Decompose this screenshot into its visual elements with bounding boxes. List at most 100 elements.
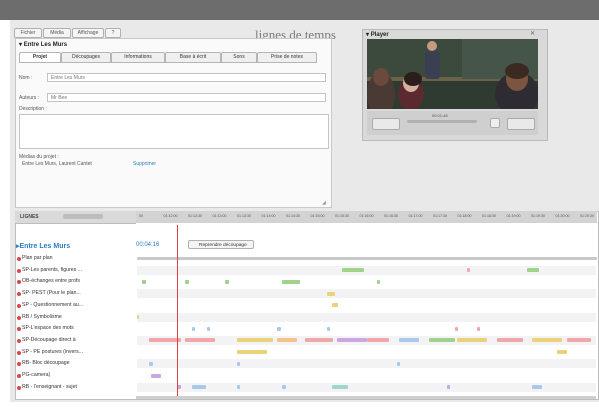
annotation-segment[interactable]	[305, 338, 333, 343]
annotation-segment[interactable]	[497, 338, 523, 343]
annotation-segment[interactable]	[237, 350, 267, 355]
annotation-segment[interactable]	[192, 326, 195, 331]
ruler-tick: 01:12:30	[188, 214, 202, 218]
menu-media[interactable]: Média	[43, 28, 71, 38]
track-lane[interactable]	[137, 359, 596, 369]
ruler-tick: 01:16:00	[359, 214, 374, 218]
annotation-segment[interactable]	[477, 326, 480, 331]
track-lane[interactable]	[137, 254, 597, 263]
seek-slider[interactable]	[407, 120, 477, 123]
annotation-segment[interactable]	[149, 361, 153, 366]
resume-decoupage-button[interactable]: Reprendre découpage	[188, 240, 254, 249]
annotation-segment[interactable]	[337, 338, 367, 343]
tab-sons[interactable]: Sons	[221, 52, 257, 63]
playhead[interactable]	[177, 225, 178, 397]
ruler-tick: 01:14:30	[286, 214, 300, 218]
annotation-segment[interactable]	[237, 338, 273, 343]
tab-informations[interactable]: Informations	[111, 52, 165, 63]
media-item: Entre Les Murs, Laurent Cantet	[22, 161, 92, 167]
remove-media-link[interactable]: Supprimer	[133, 161, 156, 167]
annotation-segment[interactable]	[237, 361, 240, 366]
annotation-segment[interactable]	[277, 326, 281, 331]
annotation-segment[interactable]	[455, 326, 458, 331]
track-lane[interactable]	[137, 277, 596, 286]
timeline-scrollbar[interactable]	[136, 396, 596, 399]
play-button[interactable]	[372, 118, 400, 130]
collapse-triangle-icon[interactable]: ▾	[19, 42, 22, 48]
track-label[interactable]: OB-échanges entre profs	[22, 278, 80, 284]
tab-projet[interactable]: Projet	[19, 52, 61, 63]
nom-field[interactable]: Entre Les Murs	[47, 73, 326, 82]
track-label[interactable]: RB - l'enseignant - sujet	[22, 384, 77, 390]
annotation-segment[interactable]	[225, 279, 229, 284]
annotation-segment[interactable]	[207, 326, 210, 331]
tab-prise-de-notes[interactable]: Prise de notes	[257, 52, 317, 63]
track-lane[interactable]	[137, 348, 596, 357]
annotation-segment[interactable]	[327, 291, 335, 296]
player-close-icon[interactable]: ✕	[530, 30, 535, 37]
annotation-segment[interactable]	[457, 338, 487, 343]
resize-grip-icon[interactable]: ◢	[322, 200, 326, 206]
track-lane[interactable]	[137, 301, 596, 310]
annotation-segment[interactable]	[151, 373, 161, 378]
track-label[interactable]: SP-L'espace des mots	[22, 325, 74, 331]
menu-help[interactable]: ?	[105, 28, 121, 38]
annotation-segment[interactable]	[567, 338, 591, 343]
tab-base-a-ecrit[interactable]: Base à écrit	[165, 52, 221, 63]
annotation-segment[interactable]	[429, 338, 455, 343]
annotation-segment[interactable]	[557, 350, 567, 355]
video-frame[interactable]	[367, 39, 538, 109]
track-lane[interactable]	[137, 265, 596, 275]
annotation-segment[interactable]	[282, 385, 286, 390]
annotation-segment[interactable]	[137, 256, 597, 260]
annotation-segment[interactable]	[532, 338, 562, 343]
menu-affichage[interactable]: Affichage	[72, 28, 104, 38]
track-lane[interactable]	[137, 289, 596, 299]
annotation-segment[interactable]	[532, 385, 542, 390]
annotation-segment[interactable]	[342, 268, 364, 273]
track-label[interactable]: Plan par plan	[22, 255, 53, 261]
annotation-segment[interactable]	[185, 279, 189, 284]
track-lane[interactable]	[137, 324, 596, 333]
track-label[interactable]: RB / Symbolisme	[22, 314, 62, 320]
track-lane[interactable]	[137, 382, 596, 392]
track-label[interactable]: SP-Découpage direct à	[22, 337, 76, 343]
fullscreen-button[interactable]	[507, 118, 535, 130]
description-textarea[interactable]	[19, 114, 329, 149]
track-label[interactable]: SP - Questionnement au...	[22, 302, 83, 308]
annotation-segment[interactable]	[527, 268, 539, 273]
annotation-segment[interactable]	[467, 268, 470, 273]
ruler-tick: 01:17:30	[433, 214, 447, 218]
annotation-segment[interactable]	[192, 385, 206, 390]
annotation-segment[interactable]	[332, 303, 338, 308]
tab-decoupages[interactable]: Découpages	[61, 52, 111, 63]
annotation-segment[interactable]	[137, 315, 139, 319]
track-label[interactable]: PG-camera)	[22, 372, 50, 378]
annotation-segment[interactable]	[367, 338, 389, 343]
menu-fichier[interactable]: Fichier	[14, 28, 42, 38]
annotation-segment[interactable]	[327, 326, 330, 331]
track-lane[interactable]	[137, 371, 596, 380]
track-color-icon	[17, 350, 21, 355]
annotation-segment[interactable]	[447, 385, 450, 390]
track-lane[interactable]	[137, 312, 596, 322]
collapse-triangle-icon[interactable]: ▾	[366, 32, 369, 38]
annotation-segment[interactable]	[142, 279, 146, 284]
annotation-segment[interactable]	[397, 361, 400, 366]
zoom-slider[interactable]	[63, 214, 103, 219]
track-label[interactable]: SP-Les parents, figures ...	[22, 267, 82, 273]
auteurs-field[interactable]: Mr Bee	[47, 93, 326, 102]
annotation-segment[interactable]	[399, 338, 419, 343]
track-lane[interactable]	[137, 335, 596, 345]
annotation-segment[interactable]	[277, 338, 297, 343]
track-label[interactable]: RB- Bloc découpage	[22, 360, 70, 366]
volume-button[interactable]	[490, 118, 500, 128]
annotation-segment[interactable]	[237, 385, 240, 390]
annotation-segment[interactable]	[282, 279, 300, 284]
track-label[interactable]: SP- PEST (Pour le plan...	[22, 290, 81, 296]
track-label[interactable]: SP - PE postures (invers...	[22, 349, 83, 355]
annotation-segment[interactable]	[377, 279, 380, 284]
annotation-segment[interactable]	[185, 338, 215, 343]
ruler-tick: 01:18:00	[457, 214, 472, 218]
annotation-segment[interactable]	[332, 385, 348, 390]
